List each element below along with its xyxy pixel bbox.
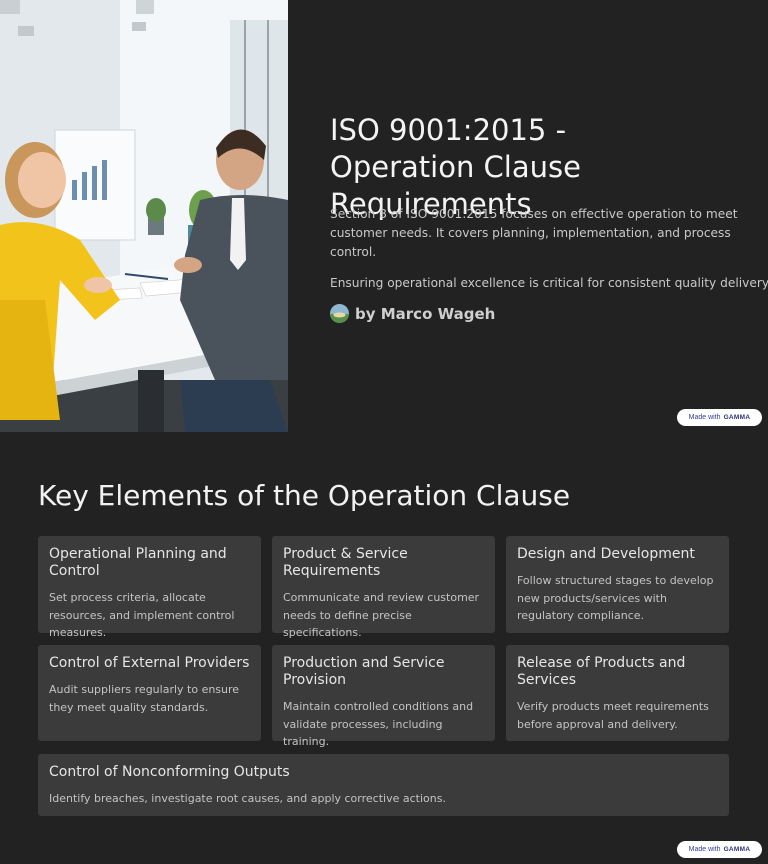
card-title: Production and Service Provision [283, 655, 445, 688]
slide-key-elements: Key Elements of the Operation Clause Ope… [0, 432, 768, 864]
card-release-products-services: Release of Products and Services Verify … [506, 645, 729, 741]
card-title: Operational Planning and Control [49, 546, 227, 579]
card-text: Communicate and review customer needs to… [283, 591, 480, 639]
made-with-gamma-badge[interactable]: Made with GAMMA [677, 409, 762, 426]
card-text: Verify products meet requirements before… [517, 700, 709, 731]
card-text: Set process criteria, allocate resources… [49, 591, 235, 639]
badge-prefix: Made with [688, 846, 721, 853]
card-title: Control of External Providers [49, 655, 250, 671]
meeting-photo [0, 0, 288, 432]
card-text: Maintain controlled conditions and valid… [283, 700, 474, 748]
card-text: Follow structured stages to develop new … [517, 574, 714, 622]
badge-prefix: Made with [688, 414, 721, 421]
avatar [330, 304, 349, 323]
made-with-gamma-badge[interactable]: Made with GAMMA [677, 841, 762, 858]
badge-brand: GAMMA [723, 846, 751, 853]
card-nonconforming-outputs: Control of Nonconforming Outputs Identif… [38, 754, 729, 816]
slide-title: ISO 9001:2015 - Operation Clause Require… [0, 0, 768, 432]
author-line: by Marco Wageh [330, 304, 495, 323]
card-title: Design and Development [517, 546, 695, 562]
card-operational-planning: Operational Planning and Control Set pro… [38, 536, 261, 639]
card-title: Product & Service Requirements [283, 546, 408, 579]
author-name: by Marco Wageh [355, 304, 496, 323]
card-text: Audit suppliers regularly to ensure they… [49, 683, 240, 714]
card-production-service-provision: Production and Service Provision Maintai… [272, 645, 495, 748]
slide-emphasis: Ensuring operational excellence is criti… [330, 276, 768, 290]
card-external-providers: Control of External Providers Audit supp… [38, 645, 261, 741]
slide-description: Section 8 of ISO 9001:2015 focuses on ef… [330, 207, 738, 259]
card-text: Identify breaches, investigate root caus… [49, 792, 446, 805]
card-title: Release of Products and Services [517, 655, 686, 688]
meeting-illustration [0, 0, 288, 432]
card-product-service-requirements: Product & Service Requirements Communica… [272, 536, 495, 639]
badge-brand: GAMMA [723, 414, 751, 421]
card-title: Control of Nonconforming Outputs [49, 764, 290, 780]
avatar-icon [330, 304, 349, 323]
section-heading: Key Elements of the Operation Clause [38, 479, 571, 512]
card-design-development: Design and Development Follow structured… [506, 536, 729, 633]
